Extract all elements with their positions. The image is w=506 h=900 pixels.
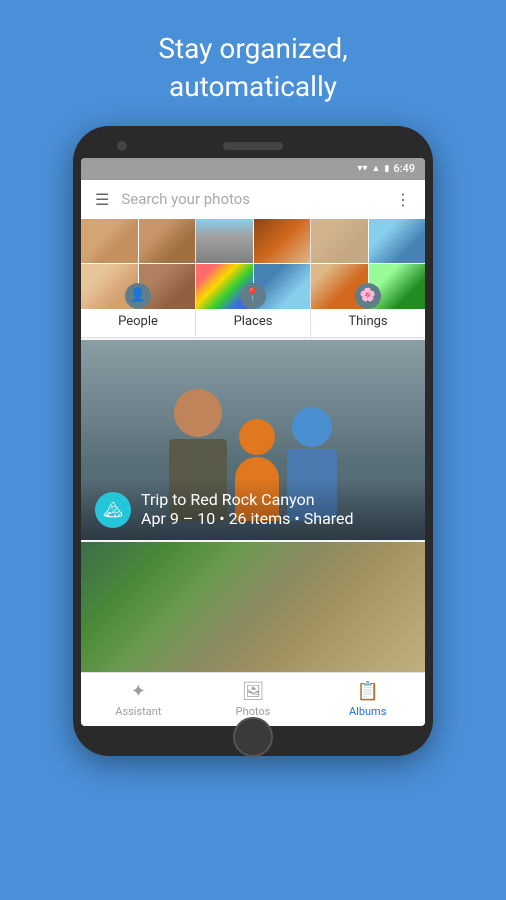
phone-speaker	[223, 142, 283, 150]
assistant-label: Assistant	[115, 705, 161, 718]
status-bar: ▾▾ ▲ ▮ 6:49	[81, 158, 425, 180]
album-overlay: 🏔 Trip to Red Rock Canyon Apr 9 – 10 • 2…	[81, 478, 425, 540]
search-placeholder[interactable]: Search your photos	[121, 190, 383, 208]
people-icon-badge: 👤	[125, 283, 151, 309]
assistant-icon: ✦	[131, 681, 146, 702]
people-img-2	[139, 219, 196, 264]
things-img-2	[369, 219, 426, 264]
status-icons: ▾▾ ▲ ▮ 6:49	[357, 162, 415, 175]
second-album-card[interactable]	[81, 542, 425, 672]
things-img-1	[311, 219, 368, 264]
albums-icon: 📋	[356, 681, 378, 702]
battery-icon: ▮	[384, 164, 389, 174]
phone-device: ▾▾ ▲ ▮ 6:49 ☰ Search your photos ⋮	[73, 126, 433, 756]
categories-section: 👤 People 📍 Places	[81, 219, 425, 338]
category-people[interactable]: 👤 People	[81, 219, 195, 337]
search-bar: ☰ Search your photos ⋮	[81, 180, 425, 219]
places-img-2	[254, 219, 311, 264]
album-icon: 🏔	[95, 492, 131, 528]
things-label: Things	[311, 309, 425, 337]
more-icon[interactable]: ⋮	[395, 190, 411, 209]
person2-head	[239, 419, 275, 455]
person3-head	[292, 407, 332, 447]
category-things[interactable]: 🌸 Things	[311, 219, 425, 337]
hamburger-icon[interactable]: ☰	[95, 190, 109, 209]
phone-screen: ▾▾ ▲ ▮ 6:49 ☰ Search your photos ⋮	[81, 158, 425, 726]
album-meta: Apr 9 – 10 • 26 items • Shared	[141, 509, 354, 528]
category-places[interactable]: 📍 Places	[196, 219, 310, 337]
phone-top-bar	[81, 138, 425, 158]
album-info: Trip to Red Rock Canyon Apr 9 – 10 • 26 …	[141, 490, 354, 528]
nav-assistant[interactable]: ✦ Assistant	[81, 673, 196, 726]
person1-head	[174, 389, 222, 437]
places-label: Places	[196, 309, 310, 337]
wifi-icon: ▾▾	[357, 163, 367, 174]
photos-label: Photos	[236, 705, 271, 718]
albums-label: Albums	[349, 705, 386, 718]
places-icon-badge: 📍	[240, 283, 266, 309]
home-button[interactable]	[233, 717, 273, 757]
food-background	[81, 542, 425, 672]
status-time: 6:49	[393, 162, 415, 175]
people-label: People	[81, 309, 195, 337]
header-line1: Stay organized,	[158, 30, 347, 68]
signal-icon: ▲	[371, 163, 380, 174]
things-icon-badge: 🌸	[355, 283, 381, 309]
header-line2: automatically	[158, 68, 347, 106]
album-title: Trip to Red Rock Canyon	[141, 490, 354, 509]
people-img-1	[81, 219, 138, 264]
page-header: Stay organized, automatically	[158, 0, 347, 126]
album-card[interactable]: 🏔 Trip to Red Rock Canyon Apr 9 – 10 • 2…	[81, 340, 425, 540]
places-img-1	[196, 219, 253, 264]
photos-icon: 🖼	[242, 681, 265, 702]
front-camera	[117, 141, 127, 151]
nav-albums[interactable]: 📋 Albums	[310, 673, 425, 726]
phone-home-area	[81, 726, 425, 744]
